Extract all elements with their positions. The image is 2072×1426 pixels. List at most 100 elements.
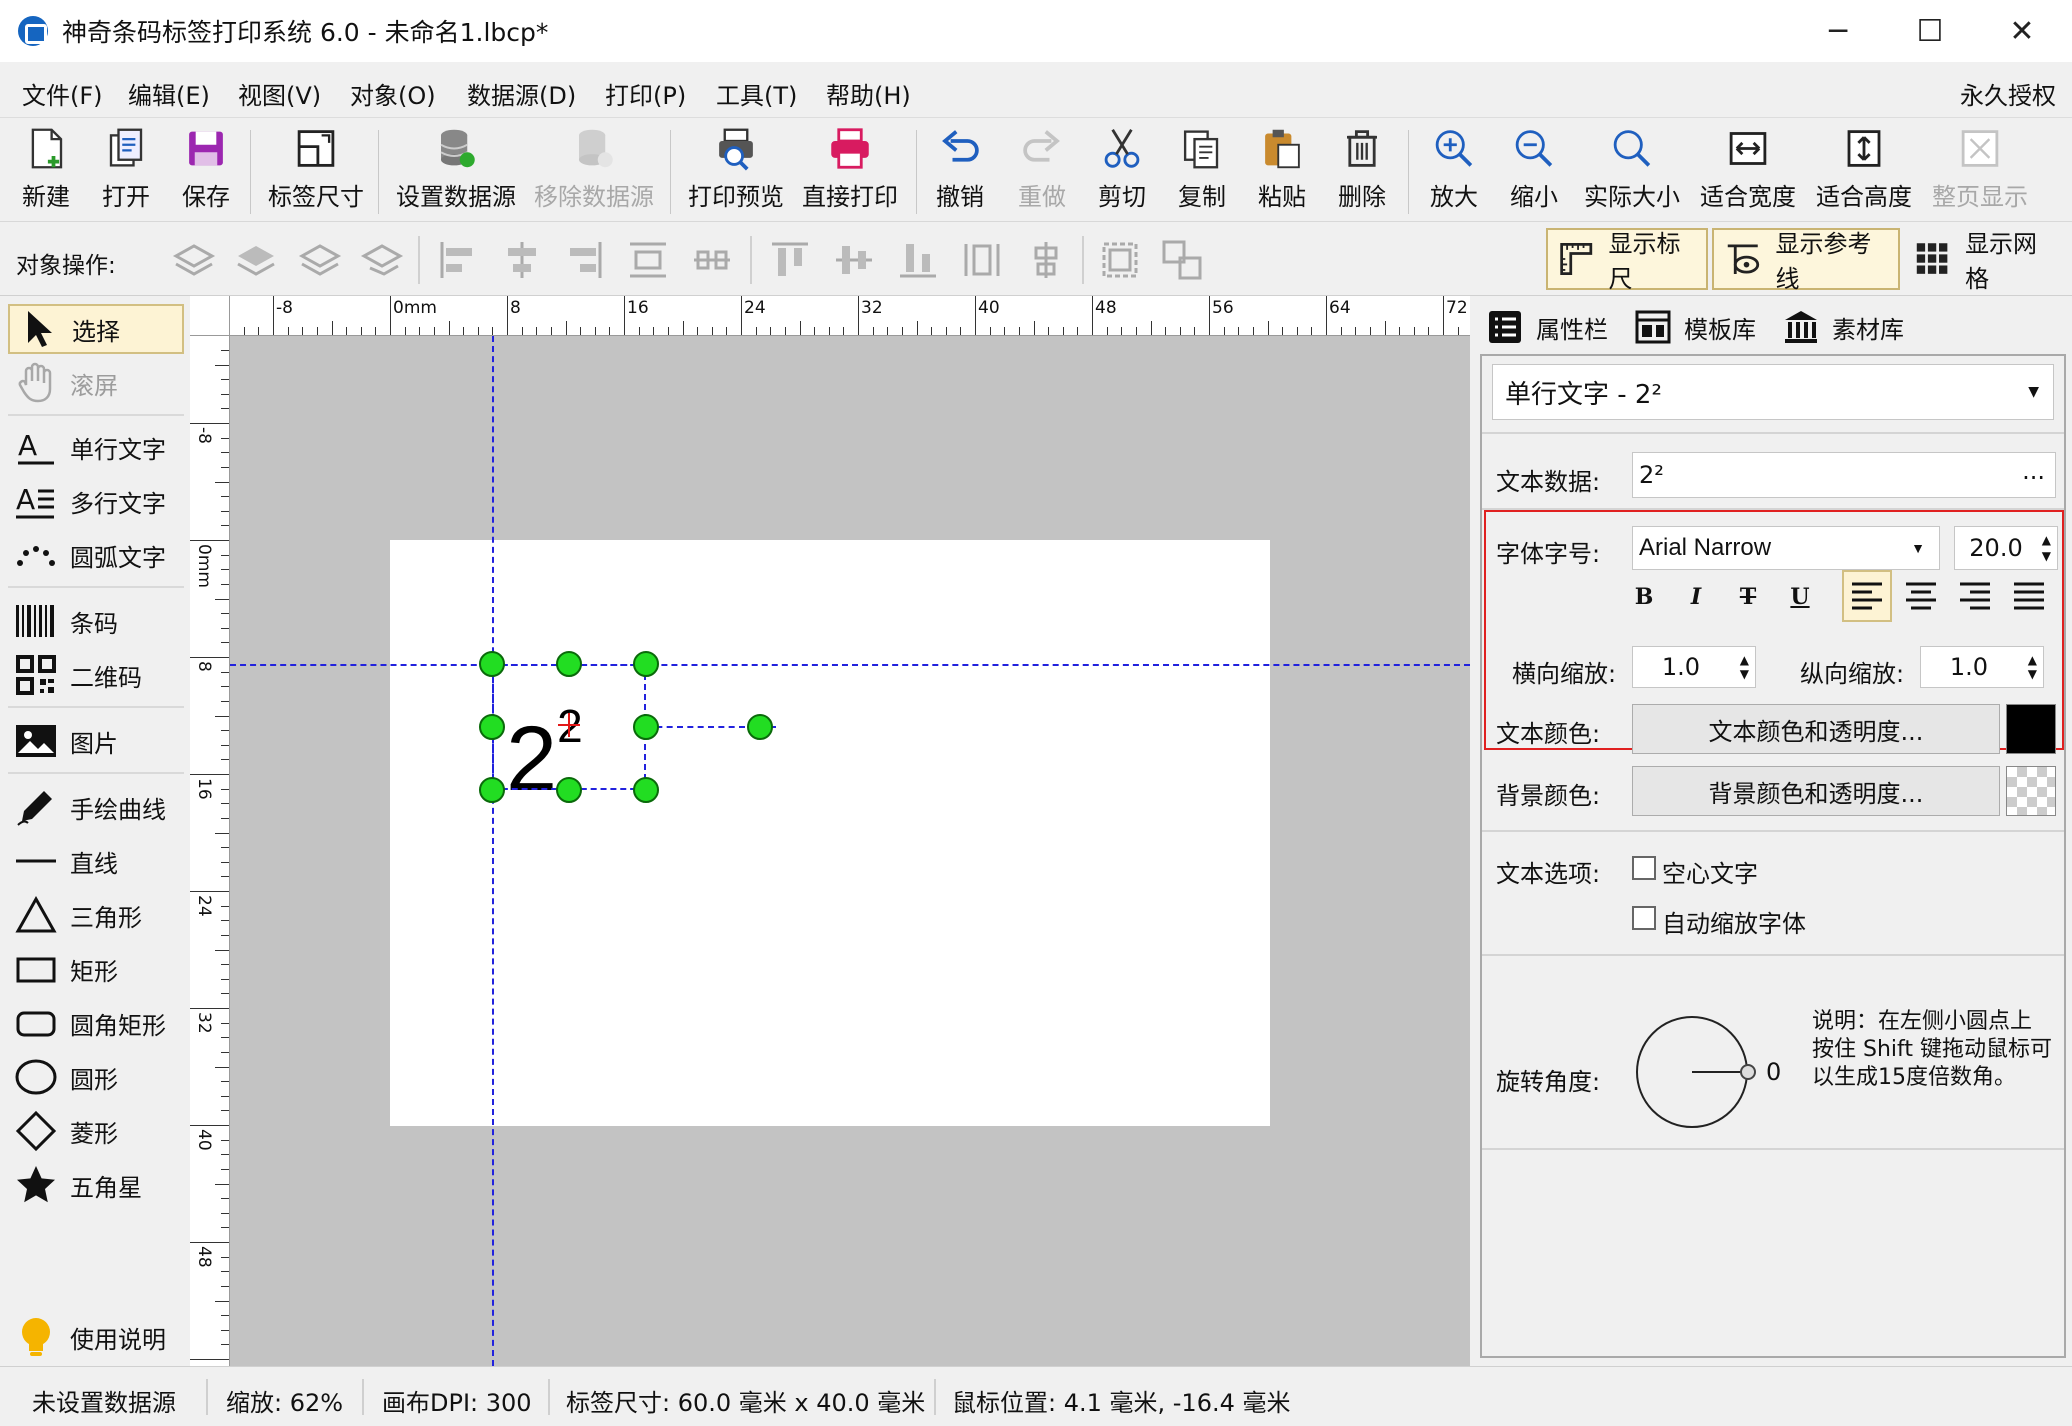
design-canvas[interactable]: 22 <box>230 336 1470 1366</box>
full-page-button[interactable]: 整页显示 <box>1930 126 2030 216</box>
tool-line[interactable]: 直线 <box>8 836 184 886</box>
menu-print[interactable]: 打印(P) <box>605 76 686 111</box>
tool-qrcode[interactable]: 二维码 <box>8 650 184 700</box>
menu-help[interactable]: 帮助(H) <box>826 76 911 111</box>
resize-handle-s[interactable] <box>556 777 582 803</box>
align-bottom-icon[interactable] <box>896 238 940 282</box>
tool-diamond[interactable]: 菱形 <box>8 1106 184 1156</box>
ungroup-icon[interactable] <box>1160 238 1204 282</box>
guide-line-horizontal[interactable] <box>230 664 1470 666</box>
guide-line-vertical[interactable] <box>492 336 494 1366</box>
tool-freehand[interactable]: 手绘曲线 <box>8 782 184 832</box>
align-right-icon[interactable] <box>562 238 606 282</box>
tool-single-text[interactable]: A 单行文字 <box>8 422 184 472</box>
spin-down-icon[interactable]: ▼ <box>1740 667 1749 681</box>
menu-edit[interactable]: 编辑(E) <box>128 76 210 111</box>
print-preview-button[interactable]: 打印预览 <box>686 126 786 216</box>
tool-rectangle[interactable]: 矩形 <box>8 944 184 994</box>
zoom-in-button[interactable]: 放大 <box>1422 126 1486 216</box>
bring-forward-icon[interactable] <box>234 238 278 282</box>
resize-handle-e[interactable] <box>633 714 659 740</box>
label-size-button[interactable]: 标签尺寸 <box>266 126 366 216</box>
hollow-text-checkbox[interactable] <box>1632 856 1656 880</box>
text-color-button[interactable]: 文本颜色和透明度... <box>1632 704 2000 754</box>
resize-handle-sw[interactable] <box>479 777 505 803</box>
bring-to-front-icon[interactable] <box>172 238 216 282</box>
tool-triangle[interactable]: 三角形 <box>8 890 184 940</box>
show-grid-toggle[interactable]: 显示网格 <box>1904 228 2064 293</box>
new-button[interactable]: 新建 <box>16 126 76 216</box>
fit-height-button[interactable]: 适合高度 <box>1814 126 1914 216</box>
tab-templates[interactable]: 模板库 <box>1634 300 1756 354</box>
tool-scroll[interactable]: 滚屏 <box>8 358 184 408</box>
delete-button[interactable]: 删除 <box>1332 126 1392 216</box>
resize-handle-se[interactable] <box>633 777 659 803</box>
tool-ellipse[interactable]: 圆形 <box>8 1052 184 1102</box>
distribute-v-icon[interactable] <box>690 238 734 282</box>
same-width-icon[interactable] <box>1024 238 1068 282</box>
actual-size-button[interactable]: 实际大小 <box>1582 126 1682 216</box>
tool-star[interactable]: 五角星 <box>8 1160 184 1210</box>
rotation-dial-knob[interactable] <box>1740 1064 1756 1080</box>
paste-button[interactable]: 粘贴 <box>1252 126 1312 216</box>
minimize-button[interactable]: ─ <box>1792 0 1884 62</box>
direct-print-button[interactable]: 直接打印 <box>800 126 900 216</box>
tab-materials[interactable]: 素材库 <box>1782 300 1904 354</box>
copy-button[interactable]: 复制 <box>1172 126 1232 216</box>
bg-color-button[interactable]: 背景颜色和透明度... <box>1632 766 2000 816</box>
rotation-handle[interactable] <box>747 714 773 740</box>
align-left-button[interactable] <box>1842 570 1892 622</box>
spin-down-icon[interactable]: ▼ <box>2028 667 2037 681</box>
align-middle-icon[interactable] <box>832 238 876 282</box>
save-button[interactable]: 保存 <box>176 126 236 216</box>
resize-handle-n[interactable] <box>556 651 582 677</box>
spin-up-icon[interactable]: ▲ <box>2042 533 2051 547</box>
text-data-more-button[interactable]: ... <box>2022 457 2045 485</box>
spin-down-icon[interactable]: ▼ <box>2042 549 2051 563</box>
zoom-out-button[interactable]: 缩小 <box>1502 126 1566 216</box>
show-guides-toggle[interactable]: 显示参考线 <box>1712 228 1900 293</box>
group-icon[interactable] <box>1098 238 1142 282</box>
horizontal-ruler[interactable]: -8 0mm 8 16 24 32 40 48 56 64 72 <box>230 296 1470 336</box>
bg-color-swatch[interactable] <box>2006 766 2056 816</box>
open-button[interactable]: 打开 <box>96 126 156 216</box>
tab-properties[interactable]: 属性栏 <box>1486 300 1608 354</box>
undo-button[interactable]: 撤销 <box>930 126 990 216</box>
bold-button[interactable]: B <box>1624 574 1664 620</box>
tool-round-rect[interactable]: 圆角矩形 <box>8 998 184 1048</box>
text-data-input[interactable]: 2² ... <box>1632 452 2056 498</box>
object-selector-dropdown[interactable]: 单行文字 - 2² ▼ <box>1492 364 2054 420</box>
tool-barcode[interactable]: 条码 <box>8 596 184 646</box>
align-center-button[interactable] <box>1896 570 1946 622</box>
send-backward-icon[interactable] <box>298 238 342 282</box>
fit-width-button[interactable]: 适合宽度 <box>1698 126 1798 216</box>
text-color-swatch[interactable] <box>2006 704 2056 754</box>
tool-multi-text[interactable]: A 多行文字 <box>8 476 184 526</box>
label-paper[interactable] <box>390 540 1270 1126</box>
cut-button[interactable]: 剪切 <box>1092 126 1152 216</box>
redo-button[interactable]: 重做 <box>1012 126 1072 216</box>
distribute-h-icon[interactable] <box>626 238 670 282</box>
tool-arc-text[interactable]: 圆弧文字 <box>8 530 184 580</box>
vscale-spinner[interactable]: 1.0 ▲ ▼ <box>1920 646 2044 688</box>
menu-object[interactable]: 对象(O) <box>350 76 436 111</box>
align-justify-button[interactable] <box>2004 570 2054 622</box>
underline-button[interactable]: U <box>1780 574 1820 620</box>
align-left-icon[interactable] <box>436 238 480 282</box>
set-datasource-button[interactable]: 设置数据源 <box>394 126 518 216</box>
menu-tools[interactable]: 工具(T) <box>716 76 797 111</box>
hscale-spinner[interactable]: 1.0 ▲ ▼ <box>1632 646 1756 688</box>
resize-handle-w[interactable] <box>479 714 505 740</box>
auto-shrink-checkbox[interactable] <box>1632 906 1656 930</box>
maximize-button[interactable]: ☐ <box>1884 0 1976 62</box>
menu-file[interactable]: 文件(F) <box>22 76 103 111</box>
align-center-h-icon[interactable] <box>500 238 544 282</box>
align-right-button[interactable] <box>1950 570 2000 622</box>
italic-button[interactable]: I <box>1676 574 1716 620</box>
menu-datasource[interactable]: 数据源(D) <box>467 76 576 111</box>
tool-select[interactable]: 选择 <box>8 304 184 354</box>
resize-handle-nw[interactable] <box>479 651 505 677</box>
tool-help[interactable]: 使用说明 <box>8 1312 184 1362</box>
same-height-icon[interactable] <box>960 238 1004 282</box>
remove-datasource-button[interactable]: 移除数据源 <box>532 126 656 216</box>
